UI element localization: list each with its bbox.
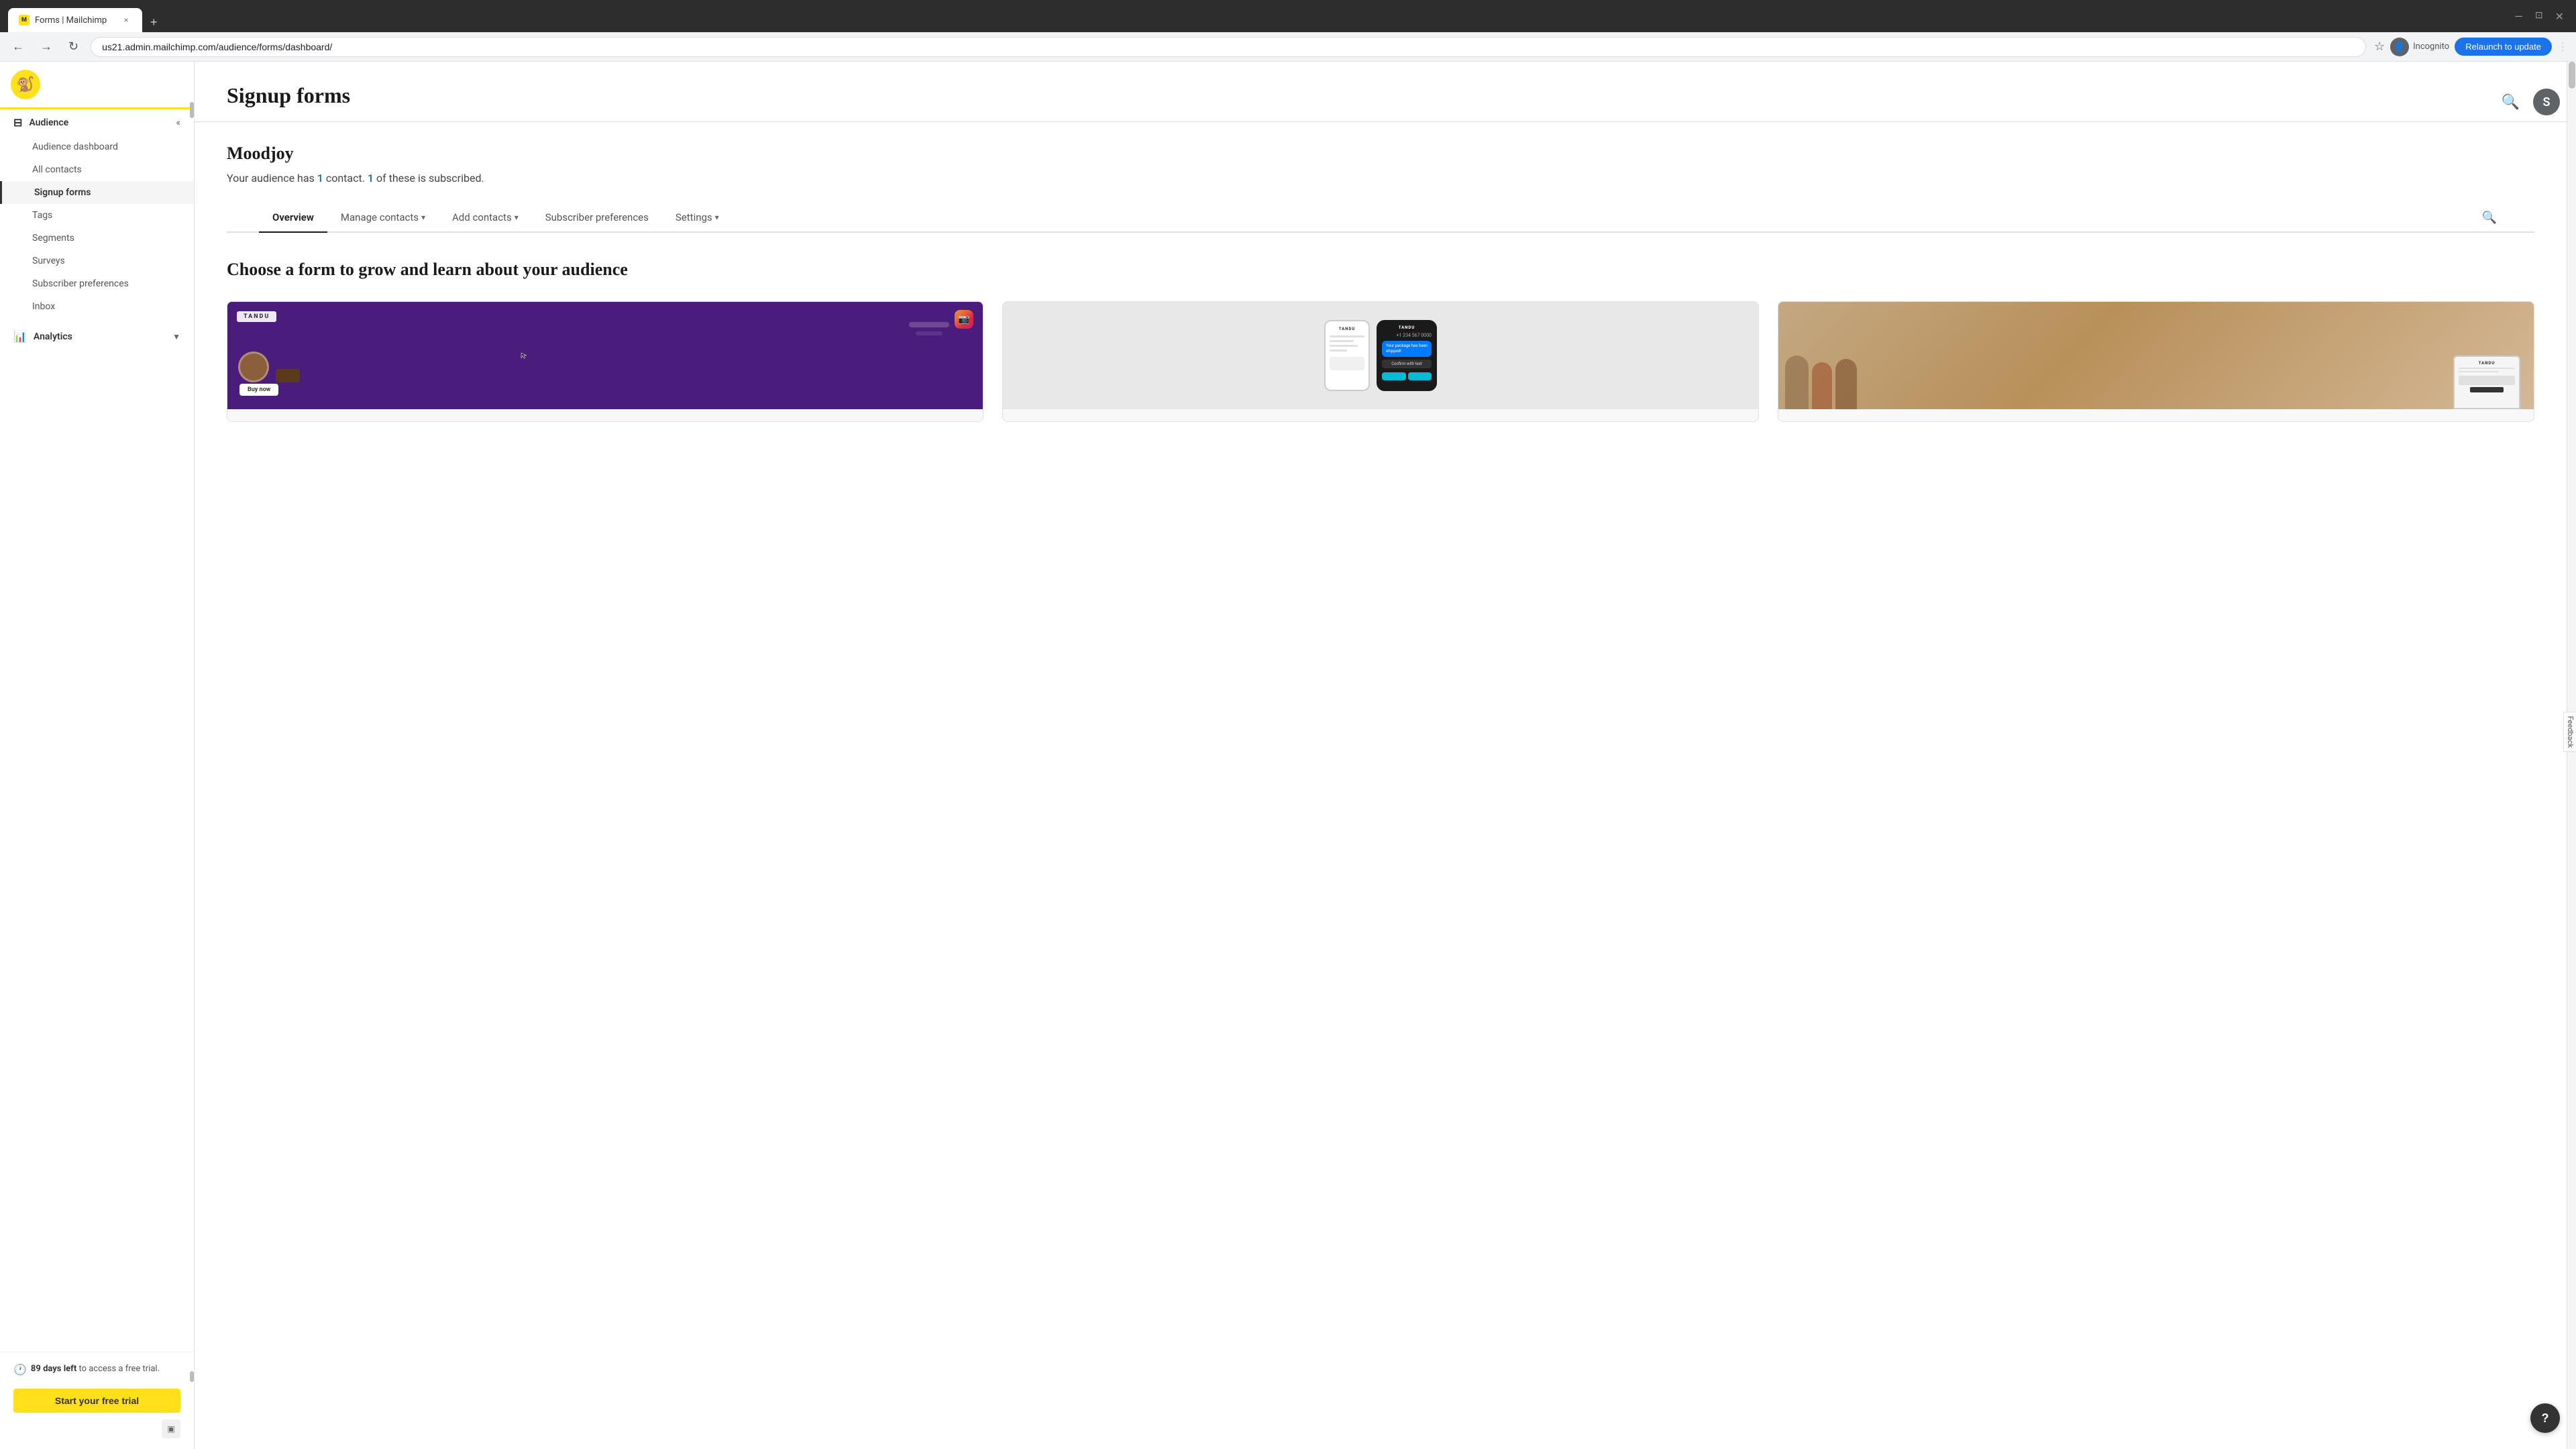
relaunch-button[interactable]: Relaunch to update bbox=[2455, 38, 2552, 56]
tab-favicon: M bbox=[19, 15, 30, 25]
tab-close-button[interactable]: × bbox=[121, 15, 131, 25]
analytics-section-title: 📊 Analytics bbox=[13, 330, 72, 343]
analytics-chevron[interactable]: ▼ bbox=[172, 332, 180, 341]
reload-button[interactable]: ↻ bbox=[64, 37, 83, 56]
audience-name: Moodjoy bbox=[227, 144, 2534, 164]
window-close[interactable]: ✕ bbox=[2551, 9, 2568, 24]
sidebar-scrollbar-bottom bbox=[190, 1371, 194, 1382]
address-input[interactable] bbox=[91, 37, 2366, 57]
analytics-section-header[interactable]: 📊 Analytics ▼ bbox=[0, 323, 194, 350]
start-trial-button[interactable]: Start your free trial bbox=[13, 1389, 180, 1413]
audience-section-header[interactable]: ⊟ Audience « bbox=[0, 109, 194, 136]
window-minimize[interactable]: — bbox=[2510, 9, 2527, 24]
mailchimp-logo: 🐒 bbox=[11, 70, 40, 99]
trial-days: 89 days left bbox=[31, 1364, 76, 1374]
main-content: Signup forms 🔍 S Moodjoy Your audience h… bbox=[195, 62, 2567, 1449]
sidebar-nav: Audience dashboard All contacts Signup f… bbox=[0, 136, 194, 318]
subnav-subscriber-preferences[interactable]: Subscriber preferences bbox=[532, 203, 662, 233]
page-header: Signup forms bbox=[195, 62, 2567, 122]
sidebar-item-signup-forms[interactable]: Signup forms bbox=[0, 181, 194, 204]
tab-title: Forms | Mailchimp bbox=[35, 15, 107, 25]
incognito-label: Incognito bbox=[2413, 42, 2449, 52]
right-scrollbar[interactable] bbox=[2567, 62, 2576, 1449]
feedback-tab[interactable]: Feedback bbox=[2563, 712, 2576, 752]
subnav-overview[interactable]: Overview bbox=[259, 203, 327, 233]
window-maximize[interactable]: ⊡ bbox=[2531, 9, 2547, 24]
scrollbar-thumb bbox=[2569, 62, 2575, 89]
main-area: Signup forms 🔍 S Moodjoy Your audience h… bbox=[195, 62, 2576, 1449]
analytics-icon: 📊 bbox=[13, 330, 27, 343]
audience-info: Moodjoy Your audience has 1 contact. 1 o… bbox=[195, 122, 2567, 233]
audience-subtitle: Your audience has 1 contact. 1 of these … bbox=[227, 172, 2534, 184]
subnav-add-contacts[interactable]: Add contacts ▾ bbox=[439, 203, 532, 233]
card1-buy-btn: Buy now bbox=[239, 384, 278, 396]
subnav-manage-contacts[interactable]: Manage contacts ▾ bbox=[327, 203, 439, 233]
page-title: Signup forms bbox=[227, 83, 2534, 108]
card1-products bbox=[238, 352, 300, 382]
audience-collapse-icon[interactable]: « bbox=[176, 117, 180, 128]
sub-nav: Overview Manage contacts ▾ Add contacts … bbox=[227, 203, 2534, 233]
trial-clock-icon: 🕐 bbox=[13, 1363, 27, 1376]
subnav-settings[interactable]: Settings ▾ bbox=[662, 203, 733, 233]
form-cards: TANDU 📷 Buy now bbox=[227, 301, 2534, 422]
search-button[interactable]: 🔍 bbox=[2502, 93, 2520, 111]
help-button[interactable]: ? bbox=[2530, 1403, 2560, 1433]
incognito-icon: 👤 bbox=[2390, 38, 2409, 56]
bookmark-button[interactable]: ☆ bbox=[2374, 40, 2385, 54]
settings-chevron: ▾ bbox=[715, 213, 719, 222]
card3-people bbox=[1785, 342, 1866, 409]
manage-contacts-chevron: ▾ bbox=[421, 213, 425, 222]
card-image-2: TANDU TANDU +1 234 bbox=[1003, 302, 1758, 409]
card3-bg bbox=[1778, 302, 2534, 409]
card2-phone-left: TANDU bbox=[1324, 320, 1370, 391]
sidebar-item-surveys[interactable]: Surveys bbox=[0, 250, 194, 272]
browser-window: M Forms | Mailchimp × + — ⊡ ✕ bbox=[0, 0, 2576, 32]
section-title: Choose a form to grow and learn about yo… bbox=[227, 260, 2534, 280]
form-card-sms[interactable]: TANDU TANDU +1 234 bbox=[1002, 301, 1759, 422]
sidebar-item-all-contacts[interactable]: All contacts bbox=[0, 158, 194, 181]
incognito-area: 👤 Incognito bbox=[2390, 38, 2449, 56]
card-image-3: TANDU bbox=[1778, 302, 2534, 409]
card2-sms-mockup: TANDU +1 234 567 0000 Your package has b… bbox=[1377, 320, 1437, 391]
global-header-icons: 🔍 S bbox=[2502, 89, 2560, 115]
audience-section-title: ⊟ Audience bbox=[13, 116, 68, 129]
sidebar-trial-area: 🕐 89 days left to access a free trial. S… bbox=[0, 1352, 194, 1449]
content-section: Choose a form to grow and learn about yo… bbox=[195, 233, 2567, 449]
card1-instagram-icon: 📷 bbox=[955, 310, 973, 329]
panel-toggle-icon[interactable]: ▣ bbox=[162, 1419, 180, 1438]
sidebar-item-audience-dashboard[interactable]: Audience dashboard bbox=[0, 136, 194, 158]
sidebar-scrollbar bbox=[190, 102, 194, 118]
sidebar-item-segments[interactable]: Segments bbox=[0, 227, 194, 250]
user-avatar[interactable]: S bbox=[2533, 89, 2560, 115]
form-card-embedded[interactable]: TANDU 📷 Buy now bbox=[227, 301, 983, 422]
trial-text: 89 days left to access a free trial. bbox=[31, 1363, 160, 1375]
subscribed-count-link[interactable]: 1 bbox=[368, 172, 374, 184]
new-tab-button[interactable]: + bbox=[145, 13, 163, 32]
more-options-icon[interactable]: ⋮ bbox=[2557, 40, 2568, 53]
add-contacts-chevron: ▾ bbox=[515, 213, 519, 222]
subnav-search-button[interactable]: 🔍 bbox=[2477, 205, 2502, 230]
sidebar-item-subscriber-preferences[interactable]: Subscriber preferences bbox=[0, 272, 194, 295]
address-bar: ← → ↻ ☆ 👤 Incognito Relaunch to update ⋮ bbox=[0, 32, 2576, 62]
card-image-1: TANDU 📷 Buy now bbox=[227, 302, 983, 409]
sidebar-item-tags[interactable]: Tags bbox=[0, 204, 194, 227]
address-bar-actions: ☆ 👤 Incognito Relaunch to update ⋮ bbox=[2374, 38, 2568, 56]
forward-button[interactable]: → bbox=[36, 37, 56, 56]
card1-brand: TANDU bbox=[237, 311, 276, 322]
form-card-landing[interactable]: TANDU bbox=[1778, 301, 2534, 422]
back-button[interactable]: ← bbox=[8, 37, 28, 56]
sidebar-item-inbox[interactable]: Inbox bbox=[0, 295, 194, 318]
contacts-count-link[interactable]: 1 bbox=[317, 172, 323, 184]
sidebar: 🐒 ⊟ Audience « Audience dashboard All co… bbox=[0, 62, 195, 1449]
audience-section-icon: ⊟ bbox=[13, 116, 22, 129]
browser-tab[interactable]: M Forms | Mailchimp × bbox=[8, 8, 142, 32]
app-layout: 🐒 ⊟ Audience « Audience dashboard All co… bbox=[0, 62, 2576, 1449]
sidebar-logo-area: 🐒 bbox=[0, 62, 194, 107]
card3-laptop: TANDU bbox=[2453, 356, 2520, 409]
